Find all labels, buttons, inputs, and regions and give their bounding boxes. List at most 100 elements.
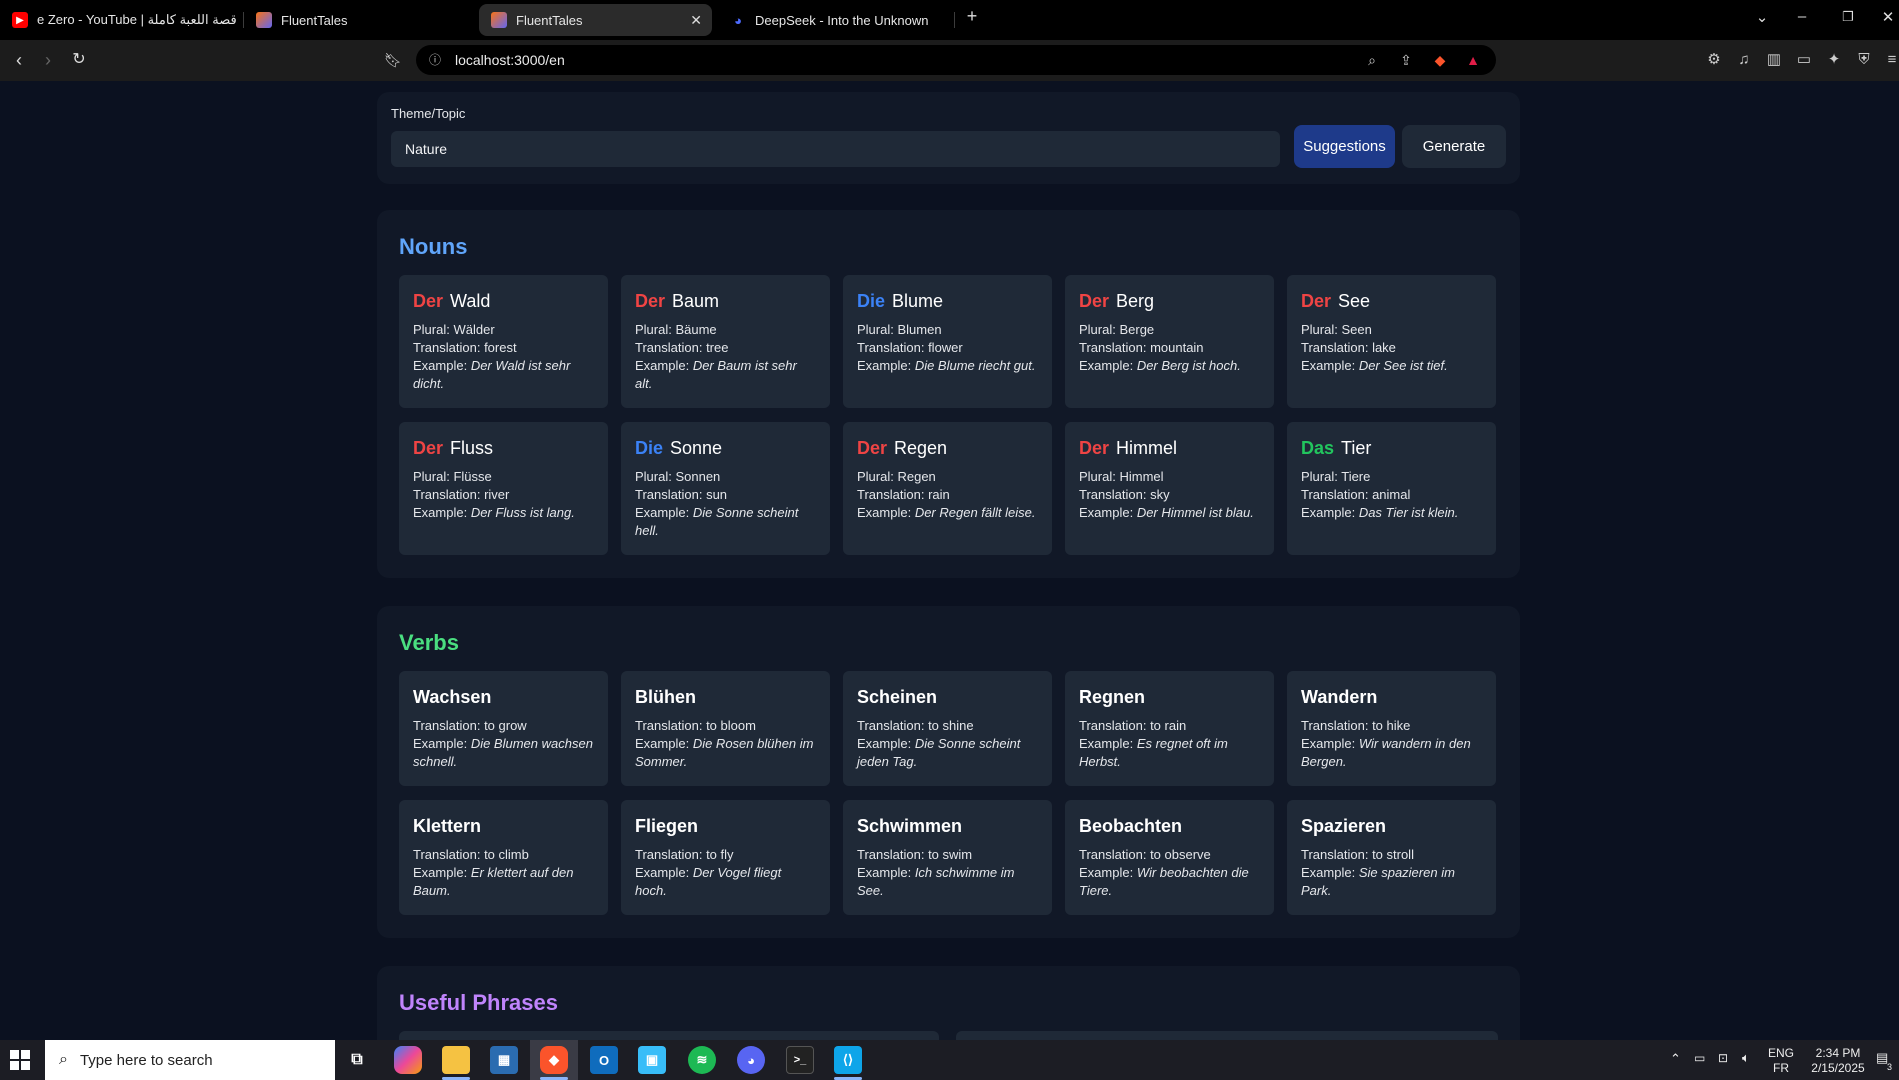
copilot-icon[interactable] bbox=[394, 1046, 422, 1074]
volume-icon[interactable]: 🔈︎ bbox=[1742, 1050, 1750, 1066]
noun-card[interactable]: Der Berg Plural: Berge Translation: mountai… bbox=[1065, 275, 1274, 408]
noun-card[interactable]: Der See Plural: Seen Translation: lake Examp… bbox=[1287, 275, 1496, 408]
noun-article: Das bbox=[1301, 438, 1335, 458]
deepseek-icon: ◕ bbox=[734, 12, 742, 28]
suggestions-button[interactable]: Suggestions bbox=[1294, 125, 1395, 168]
verb-translation: Translation: to stroll bbox=[1301, 846, 1482, 864]
nouns-section: Nouns Der Wald Plural: Wälder Translation: … bbox=[377, 210, 1520, 578]
verb-card[interactable]: Beobachten Translation: to observe Example… bbox=[1065, 800, 1274, 915]
field-label: Plural: bbox=[635, 469, 676, 484]
verb-card[interactable]: Scheinen Translation: to shine Example: Di… bbox=[843, 671, 1052, 786]
taskbar-search-box[interactable]: ⌕ Type here to search bbox=[45, 1040, 335, 1080]
language-indicator[interactable]: ENG FR bbox=[1766, 1046, 1796, 1076]
generate-button[interactable]: Generate bbox=[1402, 125, 1506, 168]
site-info-icon[interactable]: ⓘ bbox=[426, 51, 444, 69]
new-tab-icon[interactable]: + bbox=[960, 6, 984, 27]
file-explorer-icon[interactable] bbox=[442, 1046, 470, 1074]
verb-example: Example: Die Blumen wachsen schnell. bbox=[413, 735, 594, 771]
share-icon[interactable]: ⇪ bbox=[1397, 51, 1415, 69]
noun-translation: Translation: forest bbox=[413, 339, 594, 357]
vscode-icon[interactable]: ⟨⟩ bbox=[834, 1046, 862, 1074]
field-value: Wälder bbox=[453, 322, 495, 337]
noun-translation: Translation: lake bbox=[1301, 339, 1482, 357]
field-value: Tiere bbox=[1341, 469, 1371, 484]
noun-example: Example: Die Sonne scheint hell. bbox=[635, 504, 816, 540]
field-value: to bloom bbox=[706, 718, 756, 733]
field-value: Der Regen fällt leise. bbox=[914, 505, 1036, 520]
media-icon[interactable]: ♫ bbox=[1734, 50, 1754, 70]
noun-card[interactable]: Der Himmel Plural: Himmel Translation: sky E… bbox=[1065, 422, 1274, 555]
spotify-icon[interactable]: ≋ bbox=[688, 1046, 716, 1074]
noun-word: Regen bbox=[894, 438, 948, 458]
vpn-icon[interactable]: ⛨ bbox=[1854, 50, 1874, 70]
task-view-icon[interactable]: ⧉ bbox=[343, 1046, 371, 1074]
noun-example: Example: Die Blume riecht gut. bbox=[857, 357, 1038, 375]
noun-card[interactable]: Die Blume Plural: Blumen Translation: flowe… bbox=[843, 275, 1052, 408]
battery-icon[interactable]: ▭ bbox=[1694, 1051, 1705, 1065]
minimize-icon[interactable]: – bbox=[1790, 8, 1814, 25]
field-label: Translation: bbox=[413, 718, 485, 733]
close-tab-icon[interactable]: ✕ bbox=[690, 12, 702, 29]
tab-list-chevron-icon[interactable]: ⌄ bbox=[1750, 8, 1774, 26]
microsoft-store-icon[interactable]: ▦ bbox=[490, 1046, 518, 1074]
field-value: Himmel bbox=[1119, 469, 1164, 484]
forward-icon[interactable]: › bbox=[37, 49, 59, 71]
theme-input[interactable]: Nature bbox=[391, 131, 1280, 167]
field-label: Translation: bbox=[635, 487, 707, 502]
url-bar[interactable]: ⓘ localhost:3000/en ⌕ ⇪ ◆ ▲ bbox=[416, 45, 1496, 75]
verb-example: Example: Die Sonne scheint jeden Tag. bbox=[857, 735, 1038, 771]
verb-card[interactable]: Spazieren Translation: to stroll Example: … bbox=[1287, 800, 1496, 915]
bookmark-icon[interactable]: 🔖︎ bbox=[382, 49, 404, 71]
outlook-icon[interactable]: O bbox=[590, 1046, 618, 1074]
noun-card[interactable]: Die Sonne Plural: Sonnen Translation: sun Ex… bbox=[621, 422, 830, 555]
tab-deepseek[interactable]: ◕ DeepSeek - Into the Unknown bbox=[718, 4, 948, 36]
network-icon[interactable]: ⊡ bbox=[1718, 1051, 1728, 1065]
brave-browser-icon[interactable]: ◆ bbox=[540, 1046, 568, 1074]
field-label: Example: bbox=[635, 358, 693, 373]
noun-card[interactable]: Das Tier Plural: Tiere Translation: animal E… bbox=[1287, 422, 1496, 555]
sidebar-icon[interactable]: ▥ bbox=[1764, 50, 1784, 70]
tab-fluenttales[interactable]: FluentTales bbox=[244, 4, 474, 36]
noun-plural: Plural: Tiere bbox=[1301, 468, 1482, 486]
field-value: Der See ist tief. bbox=[1358, 358, 1448, 373]
verb-word: Blühen bbox=[635, 687, 696, 707]
back-icon[interactable]: ‹ bbox=[8, 49, 30, 71]
discord-icon[interactable]: ◕ bbox=[737, 1046, 765, 1074]
phrases-section: Useful Phrases bbox=[377, 966, 1520, 1040]
clock-date: 2/15/2025 bbox=[1811, 1061, 1865, 1075]
noun-card[interactable]: Der Baum Plural: Bäume Translation: tree Exa… bbox=[621, 275, 830, 408]
verb-card[interactable]: Fliegen Translation: to fly Example: Der V… bbox=[621, 800, 830, 915]
noun-heading: Der Wald bbox=[413, 291, 594, 311]
noun-card[interactable]: Der Regen Plural: Regen Translation: rain Ex… bbox=[843, 422, 1052, 555]
tray-chevron-icon[interactable]: ⌃ bbox=[1670, 1051, 1681, 1067]
brave-shields-icon[interactable]: ◆ bbox=[1431, 51, 1449, 69]
verb-card[interactable]: Regnen Translation: to rain Example: Es re… bbox=[1065, 671, 1274, 786]
verb-card[interactable]: Schwimmen Translation: to swim Example: Ic… bbox=[843, 800, 1052, 915]
tab-fluenttales-active[interactable]: FluentTales ✕ bbox=[479, 4, 712, 36]
close-window-icon[interactable]: ✕ bbox=[1876, 8, 1899, 26]
field-label: Example: bbox=[1079, 358, 1137, 373]
restore-icon[interactable]: ❐ bbox=[1836, 9, 1860, 25]
windows-taskbar: ⌕ Type here to search ⧉ ▦ ◆ O ▣ ≋ ◕ >_ ⟨… bbox=[0, 1040, 1899, 1080]
wallet-icon[interactable]: ▭ bbox=[1794, 50, 1814, 70]
noun-card[interactable]: Der Fluss Plural: Flüsse Translation: river… bbox=[399, 422, 608, 555]
noun-card[interactable]: Der Wald Plural: Wälder Translation: forest… bbox=[399, 275, 608, 408]
menu-icon[interactable]: ≡ bbox=[1882, 50, 1899, 70]
zoom-icon[interactable]: ⌕ bbox=[1363, 51, 1381, 69]
terminal-icon[interactable]: >_ bbox=[786, 1046, 814, 1074]
verb-card[interactable]: Wandern Translation: to hike Example: Wir … bbox=[1287, 671, 1496, 786]
verb-card[interactable]: Wachsen Translation: to grow Example: Die … bbox=[399, 671, 608, 786]
clock[interactable]: 2:34 PM 2/15/2025 bbox=[1803, 1046, 1873, 1076]
field-label: Plural: bbox=[1301, 322, 1342, 337]
tab-youtube[interactable]: ▶ e Zero - YouTube | قصة اللعبة كاملة bbox=[0, 4, 240, 36]
extensions-icon[interactable]: ⚙︎ bbox=[1704, 50, 1724, 70]
brave-rewards-icon[interactable]: ▲ bbox=[1464, 51, 1482, 69]
tab-title: e Zero - YouTube | قصة اللعبة كاملة bbox=[37, 12, 237, 27]
noun-example: Example: Der Regen fällt leise. bbox=[857, 504, 1038, 522]
reload-icon[interactable]: ↻ bbox=[68, 49, 90, 71]
windows-start-icon[interactable] bbox=[10, 1050, 30, 1070]
leo-ai-icon[interactable]: ✦ bbox=[1824, 50, 1844, 70]
photos-app-icon[interactable]: ▣ bbox=[638, 1046, 666, 1074]
verb-card[interactable]: Blühen Translation: to bloom Example: Die … bbox=[621, 671, 830, 786]
verb-card[interactable]: Klettern Translation: to climb Example: Er… bbox=[399, 800, 608, 915]
